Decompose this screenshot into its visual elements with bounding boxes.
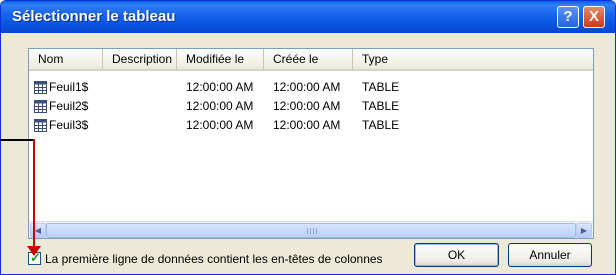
scroll-grip [307, 228, 317, 234]
cancel-button[interactable]: Annuler [508, 243, 592, 267]
row-modified: 12:00:00 AM [186, 80, 254, 94]
row-modified: 12:00:00 AM [186, 118, 254, 132]
ok-button[interactable]: OK [414, 243, 499, 267]
table-icon [34, 100, 47, 113]
table-list[interactable]: Nom Description Modifiée le Créée le Typ… [28, 48, 594, 239]
list-item[interactable]: Feuil2$ 12:00:00 AM 12:00:00 AM TABLE [29, 98, 593, 115]
annotation-arrowhead-icon [27, 246, 41, 256]
row-modified: 12:00:00 AM [186, 99, 254, 113]
row-name: Feuil3$ [49, 118, 89, 132]
annotation-line-horizontal [0, 139, 35, 141]
select-table-dialog: Sélectionner le tableau ? X Nom Descript… [0, 0, 616, 275]
close-button[interactable]: X [583, 6, 605, 28]
row-name: Feuil2$ [49, 99, 89, 113]
title-bar: Sélectionner le tableau ? X [1, 1, 615, 33]
row-created: 12:00:00 AM [273, 80, 341, 94]
list-item[interactable]: Feuil1$ 12:00:00 AM 12:00:00 AM TABLE [29, 79, 593, 96]
row-type: TABLE [362, 118, 400, 132]
row-created: 12:00:00 AM [273, 99, 341, 113]
row-type: TABLE [362, 80, 400, 94]
help-button[interactable]: ? [557, 6, 579, 28]
dialog-title: Sélectionner le tableau [12, 8, 176, 25]
table-icon [34, 81, 47, 94]
table-icon [34, 119, 47, 132]
header-row-checkbox-label[interactable]: La première ligne de données contient le… [45, 250, 383, 268]
scroll-thumb[interactable] [46, 223, 576, 238]
column-header-nom[interactable]: Nom [29, 49, 103, 69]
row-type: TABLE [362, 99, 400, 113]
row-name: Feuil1$ [49, 80, 89, 94]
row-created: 12:00:00 AM [273, 118, 341, 132]
column-header-modified[interactable]: Modifiée le [177, 49, 264, 69]
scroll-right-icon[interactable]: ▶ [576, 223, 592, 238]
column-header-type[interactable]: Type [353, 49, 593, 69]
list-header: Nom Description Modifiée le Créée le Typ… [29, 49, 593, 71]
list-item[interactable]: Feuil3$ 12:00:00 AM 12:00:00 AM TABLE [29, 117, 593, 134]
column-header-description[interactable]: Description [103, 49, 177, 69]
annotation-line-vertical [33, 139, 35, 248]
horizontal-scrollbar[interactable]: ◀ ▶ [29, 221, 593, 238]
column-header-created[interactable]: Créée le [264, 49, 353, 69]
